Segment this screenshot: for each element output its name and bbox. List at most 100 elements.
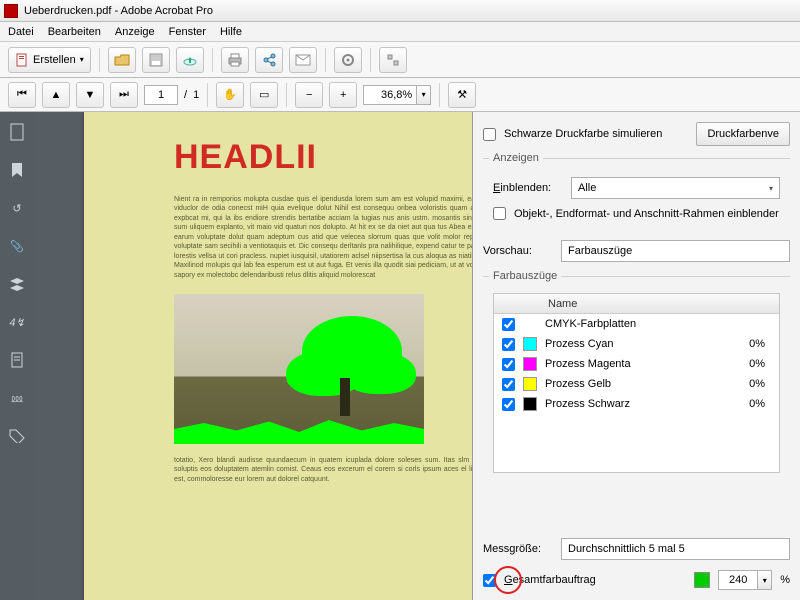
envelope-icon xyxy=(295,54,311,66)
forward-icon: ⏭ xyxy=(119,88,129,101)
prev-page-button[interactable]: ▲ xyxy=(42,82,70,108)
wrench-icon: ↺ xyxy=(12,202,21,215)
separation-checkbox[interactable] xyxy=(502,338,515,351)
zoom-dropdown[interactable]: ▾ xyxy=(417,85,431,105)
separation-label: Prozess Magenta xyxy=(545,358,727,370)
menu-file[interactable]: Datei xyxy=(8,26,34,38)
print-colors-button[interactable]: Druckfarbenve xyxy=(696,122,790,146)
save-icon xyxy=(149,53,163,67)
signatures-panel-button[interactable]: 4↯ xyxy=(7,312,27,332)
bookmark-icon xyxy=(10,162,24,178)
menu-help[interactable]: Hilfe xyxy=(220,26,242,38)
layers-panel-button[interactable] xyxy=(7,274,27,294)
page-body-text-1: Nient ra in remporios molupta cusdae qui… xyxy=(174,195,472,280)
output-preview-panel: Schwarze Druckfarbe simulieren Druckfarb… xyxy=(472,112,800,600)
zoom-out-button[interactable]: − xyxy=(295,82,323,108)
separation-checkbox[interactable] xyxy=(502,378,515,391)
gear-icon xyxy=(341,53,355,67)
next-page-button[interactable]: ▼ xyxy=(76,82,104,108)
total-ink-dropdown[interactable]: ▾ xyxy=(758,570,772,590)
separation-label: Prozess Cyan xyxy=(545,338,727,350)
attachments-panel-button[interactable]: 📎 xyxy=(7,236,27,256)
page-body-text-2: totatio, Xero blandi audisse quundaecum … xyxy=(174,456,472,484)
page-number-input[interactable] xyxy=(144,85,178,105)
vorschau-label: Vorschau: xyxy=(483,245,553,257)
separation-row[interactable]: Prozess Magenta 0% xyxy=(494,354,779,374)
page-separator: / xyxy=(184,89,187,101)
window-title: Ueberdrucken.pdf - Adobe Acrobat Pro xyxy=(24,5,213,17)
total-ink-value-input[interactable] xyxy=(718,570,758,590)
separation-checkbox[interactable] xyxy=(502,358,515,371)
menu-edit[interactable]: Bearbeiten xyxy=(48,26,101,38)
last-page-button[interactable]: ⏭ xyxy=(110,82,138,108)
plus-icon: + xyxy=(340,89,346,101)
pages-panel-button[interactable] xyxy=(7,122,27,142)
up-icon: ▲ xyxy=(51,89,62,101)
page-thumb-icon xyxy=(9,123,25,141)
settings-button[interactable] xyxy=(334,47,362,73)
zoom-input[interactable] xyxy=(363,85,417,105)
tags-panel-button[interactable] xyxy=(7,426,27,446)
separation-percent: 0% xyxy=(735,338,771,350)
wrench-panel-button[interactable]: ↺ xyxy=(7,198,27,218)
left-panel-toolbar: ↺ 📎 4↯ ⅏ xyxy=(0,112,34,600)
menu-window[interactable]: Fenster xyxy=(169,26,206,38)
separation-checkbox[interactable] xyxy=(502,398,515,411)
total-ink-checkbox[interactable] xyxy=(483,574,496,587)
document-view[interactable]: HEADLII Nient ra in remporios molupta cu… xyxy=(34,112,472,600)
pdf-page: HEADLII Nient ra in remporios molupta cu… xyxy=(84,112,472,600)
percent-label: % xyxy=(780,574,790,586)
create-button[interactable]: Erstellen ▾ xyxy=(8,47,91,73)
standards-panel-button[interactable] xyxy=(7,350,27,370)
cloud-button[interactable] xyxy=(176,47,204,73)
email-button[interactable] xyxy=(289,47,317,73)
page-image xyxy=(174,294,424,444)
document-icon xyxy=(10,352,24,368)
menu-view[interactable]: Anzeige xyxy=(115,26,155,38)
separation-swatch xyxy=(523,337,537,351)
separation-row[interactable]: CMYK-Farbplatten xyxy=(494,314,779,334)
separation-swatch xyxy=(523,357,537,371)
separation-row[interactable]: Prozess Schwarz 0% xyxy=(494,394,779,414)
separation-percent: 0% xyxy=(735,358,771,370)
ink-overflow-highlight xyxy=(174,414,424,444)
printer-icon xyxy=(227,53,243,67)
tools-menu-button[interactable]: ⚒ xyxy=(448,82,476,108)
menu-bar: Datei Bearbeiten Anzeige Fenster Hilfe xyxy=(0,22,800,42)
separation-row[interactable]: Prozess Cyan 0% xyxy=(494,334,779,354)
open-button[interactable] xyxy=(108,47,136,73)
separation-percent: 0% xyxy=(735,378,771,390)
show-frames-checkbox[interactable] xyxy=(493,207,506,220)
simulate-black-checkbox[interactable] xyxy=(483,128,496,141)
chevron-down-icon: ▾ xyxy=(80,55,84,64)
main-toolbar: Erstellen ▾ xyxy=(0,42,800,78)
share-icon xyxy=(262,53,276,67)
einblenden-select[interactable]: Alle ▾ xyxy=(571,177,780,199)
minus-icon: − xyxy=(306,89,312,101)
hand-tool-button[interactable]: ✋ xyxy=(216,82,244,108)
customize-button[interactable] xyxy=(379,47,407,73)
separation-swatch xyxy=(523,377,537,391)
create-label: Erstellen xyxy=(33,54,76,66)
separation-label: Prozess Schwarz xyxy=(545,398,727,410)
separations-group-label: Farbauszüge xyxy=(489,270,561,282)
select-tool-button[interactable]: ▭ xyxy=(250,82,278,108)
tag-icon xyxy=(9,429,25,443)
layers-icon xyxy=(9,277,25,291)
print-button[interactable] xyxy=(221,47,249,73)
separation-percent: 0% xyxy=(735,398,771,410)
vorschau-select[interactable]: Farbauszüge xyxy=(561,240,790,262)
separations-name-header[interactable]: Name xyxy=(494,294,779,314)
tree-icon: ⅏ xyxy=(11,391,22,406)
save-button[interactable] xyxy=(142,47,170,73)
separation-row[interactable]: Prozess Gelb0% xyxy=(494,374,779,394)
separation-checkbox[interactable] xyxy=(502,318,515,331)
zoom-in-button[interactable]: + xyxy=(329,82,357,108)
model-tree-panel-button[interactable]: ⅏ xyxy=(7,388,27,408)
messgroesse-value: Durchschnittlich 5 mal 5 xyxy=(568,543,685,555)
first-page-button[interactable]: ⏮ xyxy=(8,82,36,108)
bookmarks-panel-button[interactable] xyxy=(7,160,27,180)
share-button[interactable] xyxy=(255,47,283,73)
messgroesse-select[interactable]: Durchschnittlich 5 mal 5 xyxy=(561,538,790,560)
total-ink-color-swatch[interactable] xyxy=(694,572,710,588)
